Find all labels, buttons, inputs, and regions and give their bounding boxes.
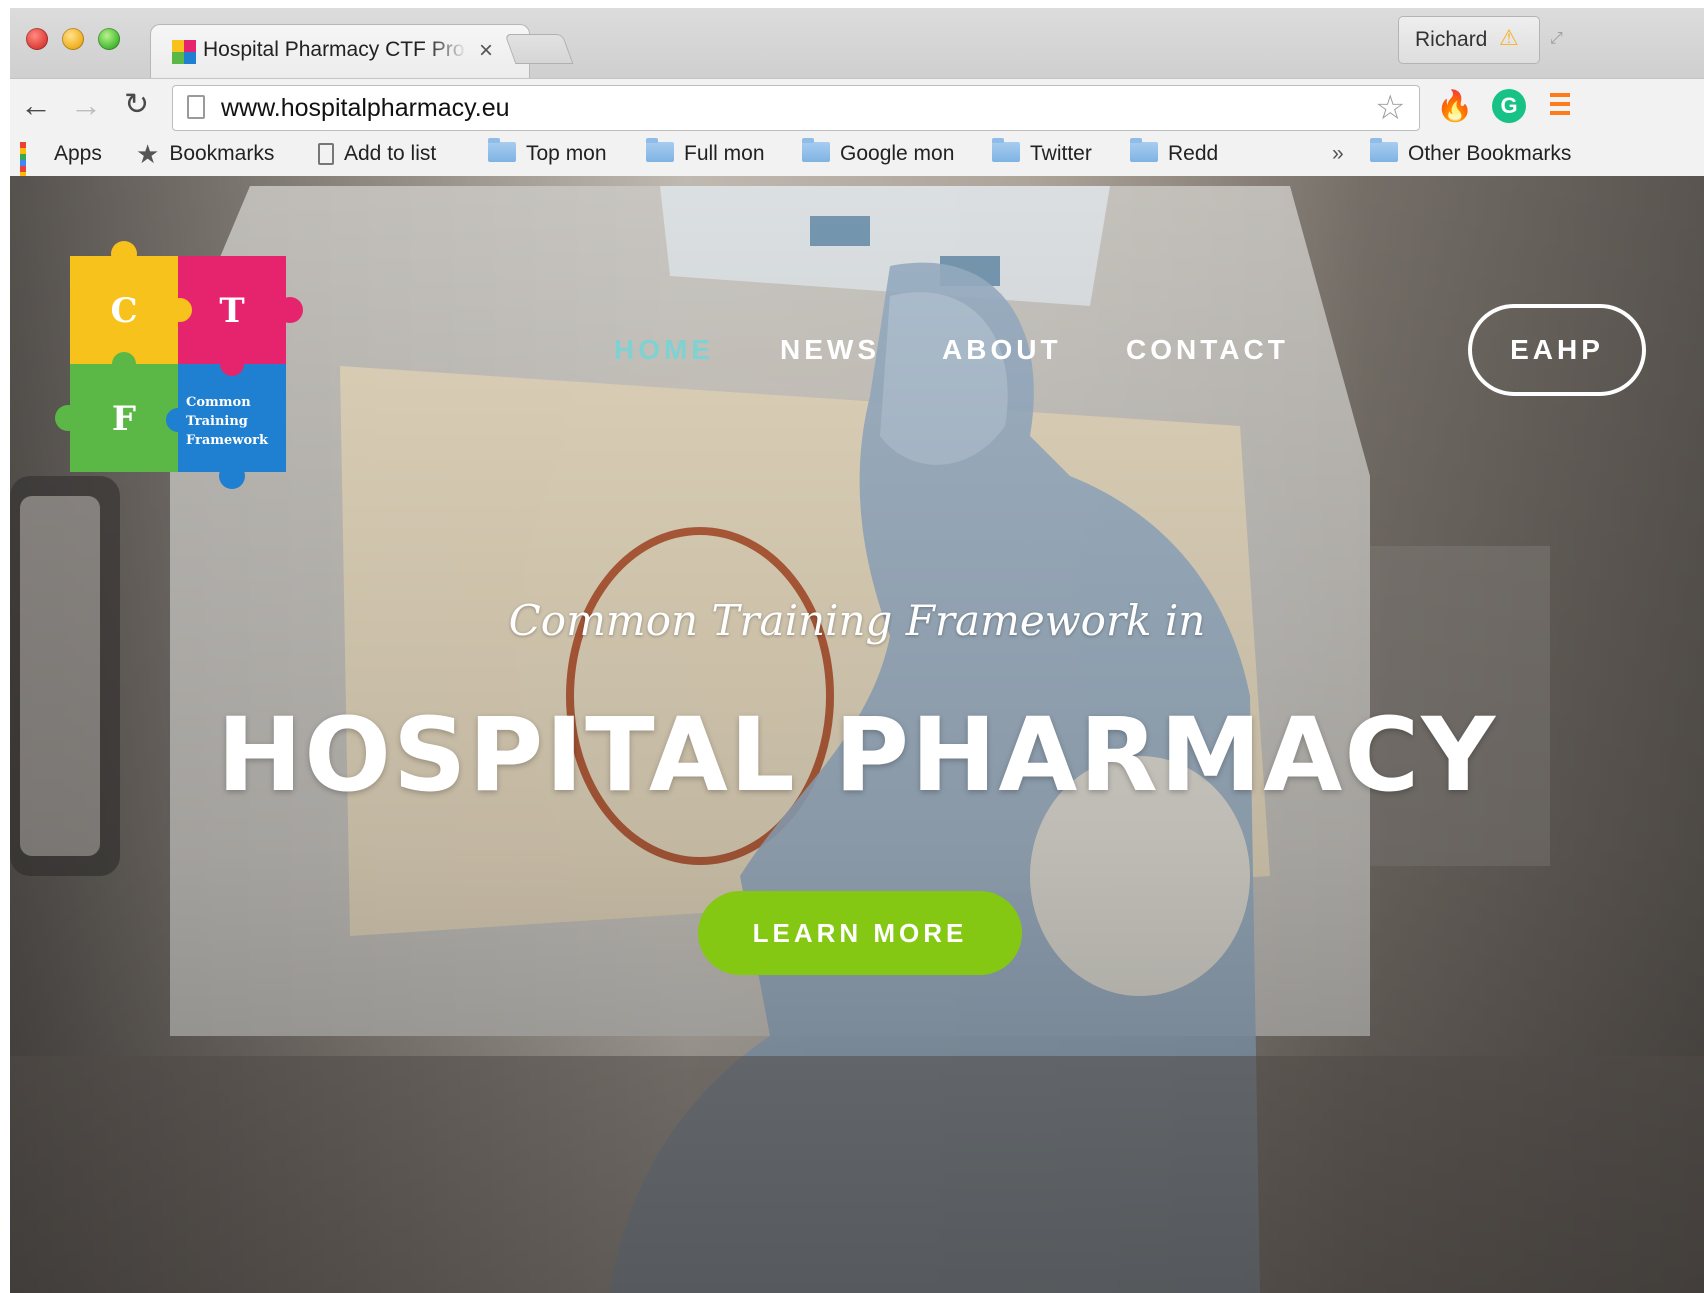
folder-icon (992, 138, 1020, 163)
bookmarks-bar: Apps ★ Bookmarks Add to list Top mon Full… (10, 132, 1704, 197)
grammarly-extension-icon[interactable]: G (1492, 89, 1526, 123)
fire-extension-icon[interactable]: 🔥 (1436, 89, 1473, 124)
bookmark-label: Bookmarks (169, 142, 275, 165)
bookmark-label: Google mon (840, 142, 955, 165)
address-bar[interactable]: www.hospitalpharmacy.eu ☆ (172, 85, 1420, 131)
nav-home[interactable]: HOME (614, 334, 714, 366)
bookmark-folder-full-mon[interactable]: Full mon (646, 138, 765, 168)
bookmark-folder-redd[interactable]: Redd (1130, 138, 1219, 168)
logo-letter-f: F (112, 399, 136, 439)
profile-button[interactable]: Richard ⚠ (1398, 16, 1540, 64)
url-text[interactable]: www.hospitalpharmacy.eu (221, 94, 510, 123)
reload-icon[interactable]: ↻ (124, 87, 149, 123)
logo-text-line-3: Framework (186, 433, 269, 448)
hero-headline: HOSPITAL PHARMACY (216, 696, 1498, 815)
warning-icon: ⚠ (1499, 25, 1519, 50)
folder-icon (1370, 138, 1398, 163)
tab-close-icon[interactable]: × (479, 37, 493, 65)
logo-text-line-1: Common (186, 395, 251, 410)
apps-grid-icon (20, 142, 44, 197)
bookmark-star-icon[interactable]: ☆ (1375, 88, 1405, 128)
folder-icon (1130, 138, 1158, 163)
logo-letter-c: C (110, 291, 137, 331)
learn-more-button[interactable]: LEARN MORE (698, 891, 1022, 975)
bookmark-add-to-list[interactable]: Add to list (318, 140, 436, 168)
bookmark-folder-twitter[interactable]: Twitter (992, 138, 1092, 168)
bookmark-bookmarks[interactable]: ★ Bookmarks (136, 140, 274, 168)
bookmark-label: Add to list (344, 142, 437, 165)
bookmark-label: Top mon (526, 142, 607, 165)
bookmark-other-bookmarks[interactable]: Other Bookmarks (1370, 138, 1572, 168)
browser-tab-active[interactable]: Hospital Pharmacy CTF Pro × (150, 24, 530, 79)
puzzle-favicon-icon (172, 40, 196, 64)
bookmark-label: Full mon (684, 142, 765, 165)
folder-icon (802, 138, 830, 163)
browser-window: Hospital Pharmacy CTF Pro × Richard ⚠ ⤢ … (10, 8, 1704, 1293)
logo-letter-t: T (219, 291, 244, 331)
new-tab-button[interactable] (504, 34, 574, 64)
browser-toolbar: ← → ↻ www.hospitalpharmacy.eu ☆ 🔥 G (10, 78, 1704, 133)
bookmark-label: Redd (1168, 142, 1219, 165)
profile-name: Richard (1415, 28, 1488, 51)
bookmarks-overflow-chevron[interactable]: » (1332, 140, 1344, 168)
page-icon (187, 95, 205, 119)
tab-strip: Hospital Pharmacy CTF Pro × Richard ⚠ ⤢ (10, 8, 1704, 79)
page-icon (318, 143, 334, 166)
folder-icon (646, 138, 674, 163)
fullscreen-icon[interactable]: ⤢ (1550, 30, 1563, 48)
star-icon: ★ (136, 139, 160, 170)
logo-text-line-2: Training (186, 414, 248, 429)
back-arrow-icon[interactable]: ← (20, 87, 52, 123)
nav-contact[interactable]: CONTACT (1126, 334, 1289, 366)
bookmark-folder-google-mon[interactable]: Google mon (802, 138, 955, 168)
bookmark-apps[interactable]: Apps (20, 140, 102, 197)
tab-title: Hospital Pharmacy CTF Pro (203, 38, 465, 61)
bookmark-label: Apps (54, 142, 102, 165)
nav-news[interactable]: NEWS (780, 334, 880, 366)
eahp-button[interactable]: EAHP (1468, 304, 1646, 396)
bookmark-folder-top-mon[interactable]: Top mon (488, 138, 607, 168)
forward-arrow-icon[interactable]: → (70, 87, 102, 123)
bookmark-label: Other Bookmarks (1408, 142, 1572, 165)
window-minimize-button[interactable] (62, 28, 84, 50)
window-zoom-button[interactable] (98, 28, 120, 50)
window-close-button[interactable] (26, 28, 48, 50)
hero-section: C T F Common Training Framework HOME NEW… (10, 176, 1704, 1293)
folder-icon (488, 138, 516, 163)
bookmark-label: Twitter (1030, 142, 1092, 165)
chrome-menu-icon[interactable] (1550, 93, 1570, 120)
nav-about[interactable]: ABOUT (942, 334, 1062, 366)
site-nav: HOME NEWS ABOUT CONTACT (10, 334, 1704, 374)
hero-tagline: Common Training Framework in (508, 596, 1206, 645)
